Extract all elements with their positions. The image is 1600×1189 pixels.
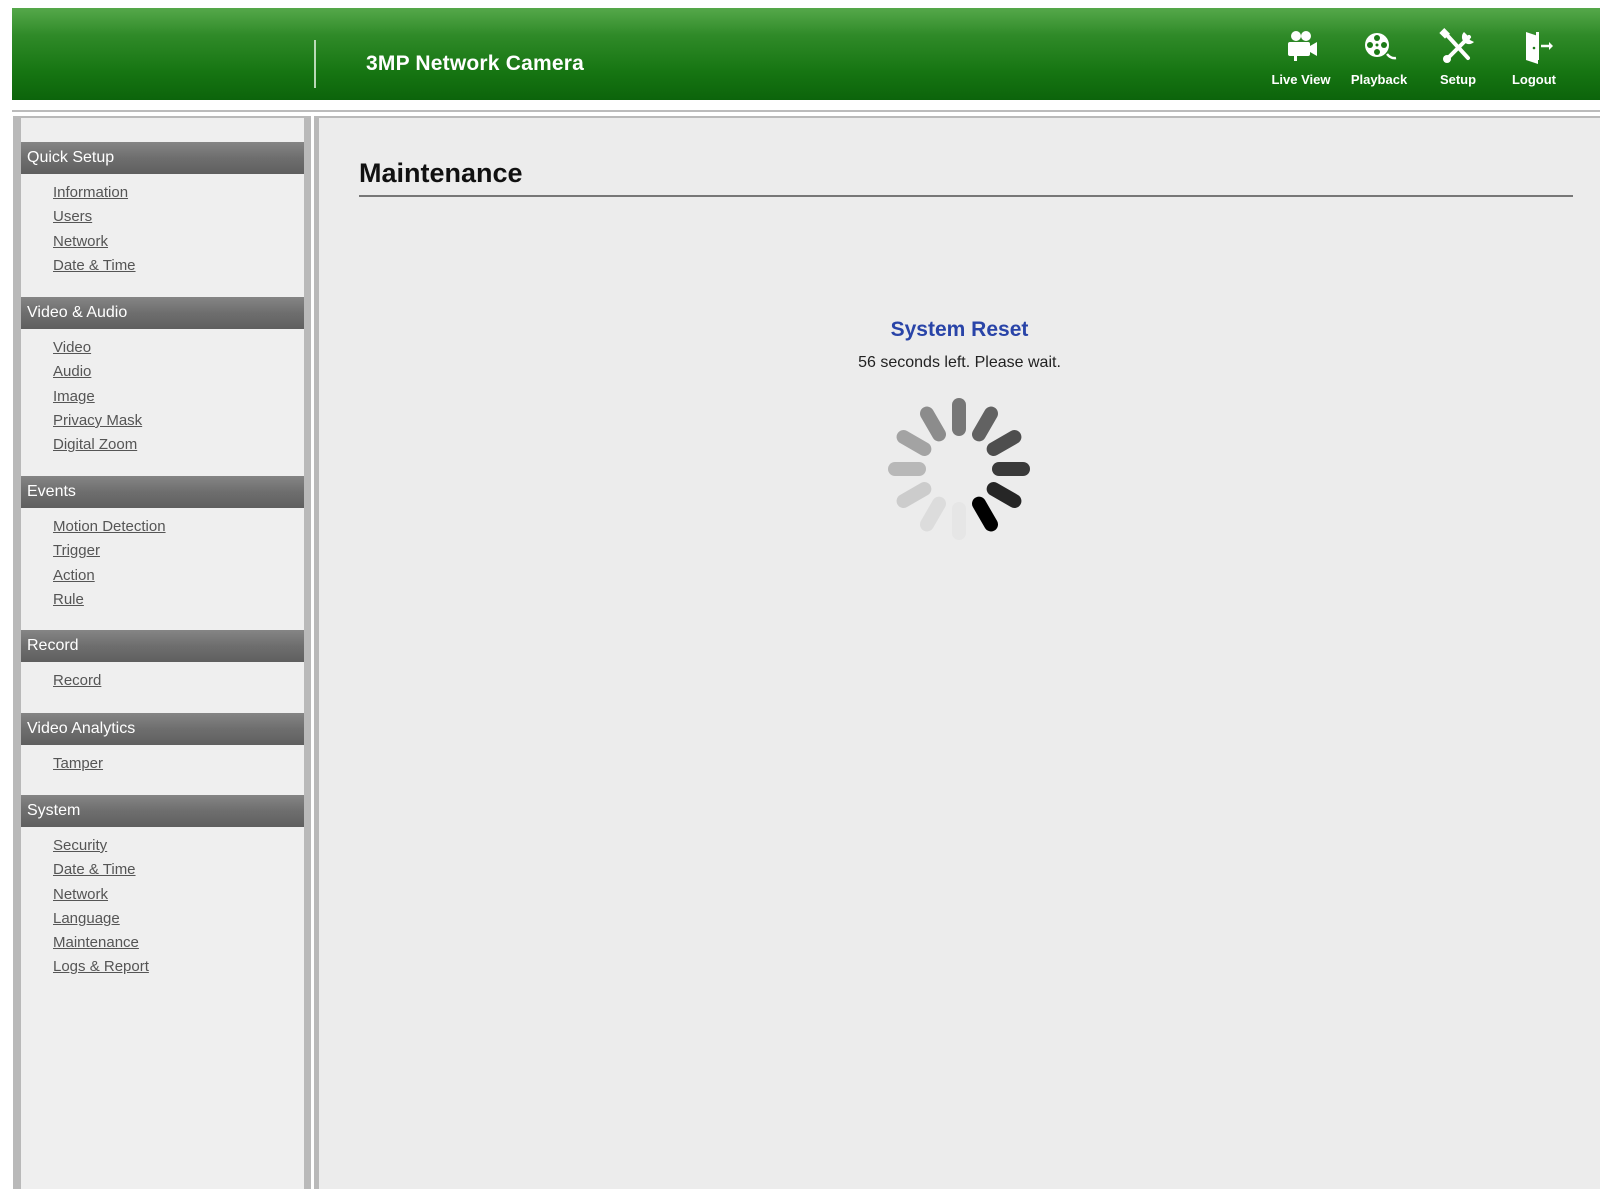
section-system-links: Security Date & Time Network Language Ma… (53, 837, 149, 983)
nav-live-view[interactable]: Live View (1261, 24, 1341, 100)
nav-setup[interactable]: Setup (1418, 24, 1498, 100)
link-security[interactable]: Security (53, 837, 149, 861)
spinner-bar (972, 406, 998, 442)
link-users[interactable]: Users (53, 208, 136, 232)
nav-playback[interactable]: Playback (1339, 24, 1419, 100)
link-image[interactable]: Image (53, 388, 142, 412)
film-reel-icon (1365, 33, 1397, 60)
nav-live-view-label: Live View (1271, 72, 1331, 87)
link-trigger[interactable]: Trigger (53, 542, 166, 566)
spinner-bar (896, 482, 932, 508)
section-events-links: Motion Detection Trigger Action Rule (53, 518, 166, 615)
link-tamper[interactable]: Tamper (53, 755, 103, 779)
title-divider (359, 195, 1573, 197)
door-exit-icon (1526, 32, 1553, 64)
section-events: Events (21, 476, 304, 508)
sidebar: Quick Setup Information Users Network Da… (13, 116, 311, 1189)
reset-countdown-message: 56 seconds left. Please wait. (858, 354, 1061, 371)
link-privacy-mask[interactable]: Privacy Mask (53, 412, 142, 436)
link-system-network[interactable]: Network (53, 886, 149, 910)
spinner-bar (972, 496, 999, 532)
link-quick-network[interactable]: Network (53, 233, 136, 257)
link-record[interactable]: Record (53, 672, 101, 696)
spinner-bar (888, 462, 926, 476)
section-quick-setup: Quick Setup (21, 142, 304, 174)
section-video-analytics: Video Analytics (21, 713, 304, 745)
link-information[interactable]: Information (53, 184, 136, 208)
section-system: System (21, 795, 304, 827)
frame-divider (12, 110, 1600, 112)
spinner-bar (952, 502, 966, 540)
nav-logout[interactable]: Logout (1494, 24, 1574, 100)
link-logs-report[interactable]: Logs & Report (53, 958, 149, 982)
nav-setup-label: Setup (1439, 72, 1477, 87)
top-header: 3MP Network Camera Live View Playback Se… (12, 8, 1600, 100)
section-video-analytics-links: Tamper (53, 755, 103, 779)
page: 3MP Network Camera Live View Playback Se… (0, 0, 1600, 1189)
header-divider (314, 40, 316, 88)
section-record: Record (21, 630, 304, 662)
spinner-bar (952, 398, 966, 436)
page-title: Maintenance (359, 158, 523, 188)
section-record-links: Record (53, 672, 101, 696)
nav-logout-label: Logout (1511, 72, 1557, 87)
main-panel: Maintenance System Reset 56 seconds left… (319, 118, 1600, 1189)
spinner-bar (992, 462, 1030, 476)
section-video-audio: Video & Audio (21, 297, 304, 329)
link-rule[interactable]: Rule (53, 591, 166, 615)
link-digital-zoom[interactable]: Digital Zoom (53, 436, 142, 460)
spinner-bar (986, 482, 1022, 508)
spinner-bar (986, 430, 1022, 456)
reset-title: System Reset (890, 318, 1029, 341)
link-motion-detection[interactable]: Motion Detection (53, 518, 166, 542)
section-quick-setup-links: Information Users Network Date & Time (53, 184, 136, 281)
sidebar-panel: Quick Setup Information Users Network Da… (21, 118, 304, 1189)
link-system-date-time[interactable]: Date & Time (53, 861, 149, 885)
spinner-bar (920, 406, 946, 442)
app-title: 3MP Network Camera (366, 52, 584, 75)
link-action[interactable]: Action (53, 567, 166, 591)
wrench-screwdriver-icon (1439, 28, 1474, 63)
video-camera-icon (1288, 31, 1317, 61)
link-video[interactable]: Video (53, 339, 142, 363)
link-language[interactable]: Language (53, 910, 149, 934)
spinner-bar (920, 496, 946, 532)
link-maintenance[interactable]: Maintenance (53, 934, 149, 958)
loading-spinner-icon (888, 398, 1030, 540)
spinner-bar (896, 430, 932, 456)
link-quick-date-time[interactable]: Date & Time (53, 257, 136, 281)
nav-playback-label: Playback (1350, 72, 1408, 87)
section-video-audio-links: Video Audio Image Privacy Mask Digital Z… (53, 339, 142, 460)
main-content: Maintenance System Reset 56 seconds left… (314, 116, 1600, 1189)
link-audio[interactable]: Audio (53, 363, 142, 387)
